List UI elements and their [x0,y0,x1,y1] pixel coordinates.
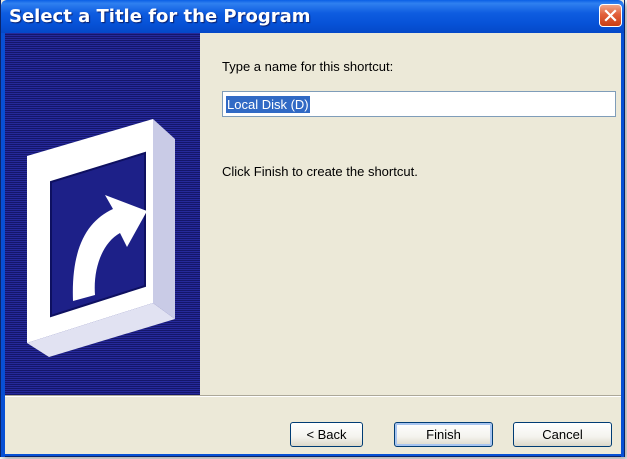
wizard-content: Type a name for this shortcut: Local Dis… [200,33,621,395]
back-button[interactable]: < Back [290,422,363,447]
title-bar[interactable]: Select a Title for the Program [1,0,624,33]
finish-button[interactable]: Finish [394,422,493,447]
wizard-footer: < Back Finish Cancel [5,397,621,454]
name-prompt-label: Type a name for this shortcut: [222,59,394,74]
window-frame-right [621,33,624,457]
shortcut-name-value: Local Disk (D) [226,96,310,113]
wizard-window: Select a Title for the Program Type a na… [0,0,625,457]
window-title: Select a Title for the Program [9,6,311,27]
cancel-button[interactable]: Cancel [513,422,612,447]
shortcut-name-input[interactable]: Local Disk (D) [222,91,616,117]
close-button[interactable] [599,4,622,27]
finish-hint-text: Click Finish to create the shortcut. [222,164,418,179]
close-icon [604,9,617,22]
shortcut-arrow-icon [27,119,175,357]
wizard-side-panel [5,33,201,395]
